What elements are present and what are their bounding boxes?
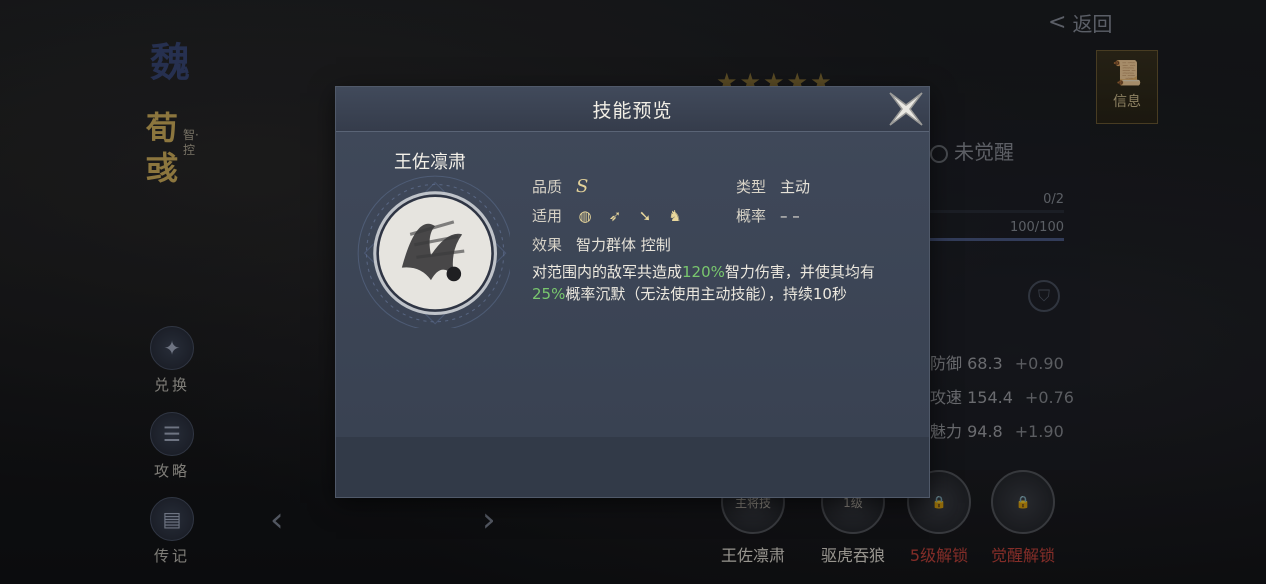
close-icon — [889, 92, 923, 126]
effect-value: 智力群体 控制 — [576, 236, 671, 254]
bow-icon: ➶ — [608, 206, 622, 225]
apply-row: 适用 ◍ ➶ ➘ ♞ — [532, 205, 696, 226]
close-button[interactable] — [883, 86, 929, 132]
rate-label: 概率 — [736, 207, 767, 225]
rate-value: – – — [780, 206, 800, 225]
skill-preview-dialog: 技能预览 王佐凛肃 品质 S 适用 ◍ ➶ ➘ ♞ 效果 智力群体 控制 类型 … — [336, 87, 929, 497]
rate-row: 概率 – – — [736, 205, 800, 226]
dialog-header: 技能预览 — [336, 87, 929, 132]
spear-icon: ➘ — [638, 206, 652, 225]
type-label: 类型 — [736, 178, 767, 196]
quality-value: S — [576, 176, 589, 197]
type-value: 主动 — [780, 178, 811, 196]
highlight-value: 25% — [532, 285, 566, 303]
dialog-title: 技能预览 — [592, 99, 673, 122]
apply-label: 适用 — [532, 207, 563, 225]
dialog-footer — [336, 437, 929, 497]
type-row: 类型 主动 — [736, 176, 810, 197]
horse-icon: ♞ — [668, 206, 682, 225]
shield-icon: ◍ — [578, 206, 592, 225]
quality-label: 品质 — [532, 178, 563, 196]
highlight-value: 120% — [682, 263, 725, 281]
skill-description: 对范围内的敌军共造成120%智力伤害，并使其均有 25%概率沉默（无法使用主动技能… — [532, 263, 875, 303]
skill-emblem — [357, 175, 510, 328]
dialog-body: 王佐凛肃 品质 S 适用 ◍ ➶ ➘ ♞ 效果 智力群体 控制 类型 主动 概率… — [336, 132, 929, 437]
skill-name: 王佐凛肃 — [394, 152, 466, 173]
quality-row: 品质 S — [532, 176, 588, 197]
effect-label: 效果 — [532, 236, 563, 254]
effect-row: 效果 智力群体 控制 — [532, 234, 671, 255]
